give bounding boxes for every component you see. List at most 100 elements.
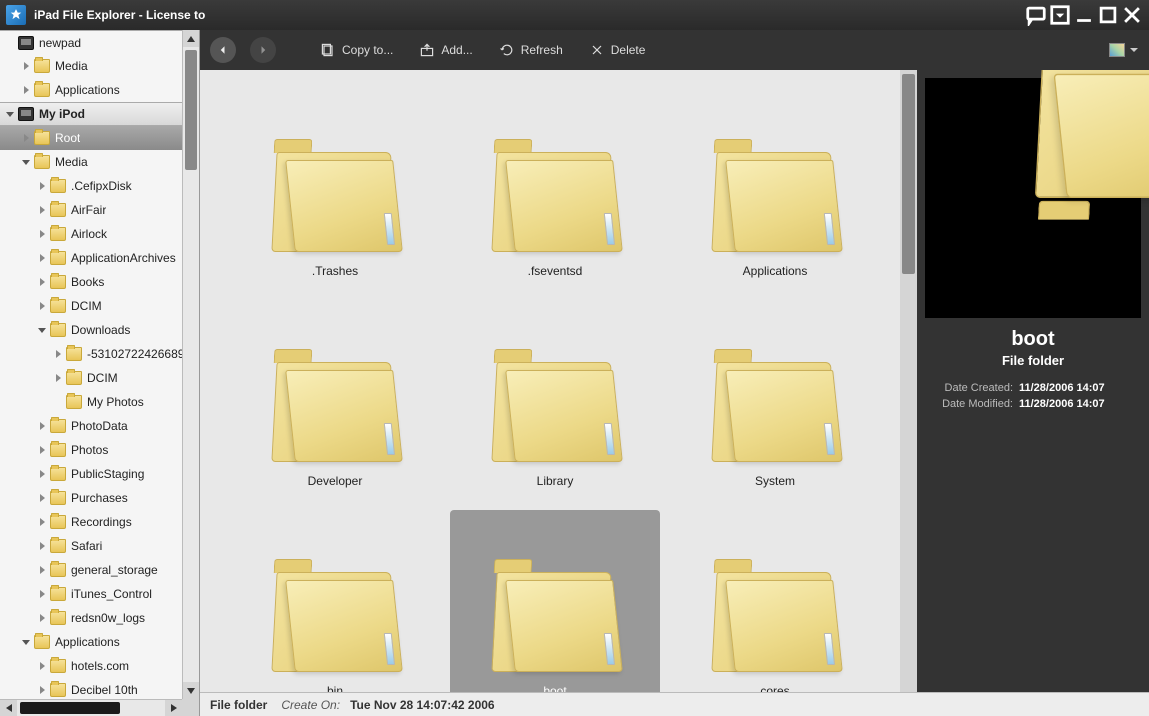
scroll-left-button[interactable] [0,700,17,716]
disclosure-right-icon[interactable] [20,132,32,144]
disclosure-right-icon[interactable] [36,300,48,312]
tree-item[interactable]: PhotoData [0,414,199,438]
scroll-thumb[interactable] [902,74,915,274]
maximize-button[interactable] [1097,6,1119,24]
disclosure-right-icon[interactable] [52,348,64,360]
tree-item[interactable]: Purchases [0,486,199,510]
tree-item[interactable]: general_storage [0,558,199,582]
disclosure-right-icon[interactable] [20,60,32,72]
tree-item[interactable]: Root [0,126,199,150]
dropdown-button[interactable] [1049,6,1071,24]
folder-item[interactable]: .Trashes [230,90,440,290]
tree-item[interactable]: PublicStaging [0,462,199,486]
tree-item[interactable]: hotels.com [0,654,199,678]
device-tree[interactable]: newpadMediaApplicationsMy iPodRootMedia.… [0,30,199,716]
tree-item-label: PhotoData [71,419,128,433]
tree-item[interactable]: newpad [0,30,199,54]
tree-item[interactable]: .CefipxDisk [0,174,199,198]
disclosure-none-icon[interactable] [52,396,64,408]
scroll-thumb[interactable] [185,50,197,170]
view-mode-toggle[interactable] [1109,43,1139,57]
tree-item[interactable]: My Photos [0,390,199,414]
disclosure-right-icon[interactable] [36,588,48,600]
sidebar-horizontal-scrollbar[interactable] [0,699,182,716]
scroll-down-button[interactable] [183,682,199,699]
tree-item[interactable]: Applications [0,78,199,102]
disclosure-right-icon[interactable] [36,516,48,528]
grid-vertical-scrollbar[interactable] [900,70,917,692]
folder-name: bin [327,684,343,692]
scroll-thumb[interactable] [20,702,120,714]
tree-item-label: Safari [71,539,102,553]
disclosure-right-icon[interactable] [36,492,48,504]
folder-grid-area[interactable]: .Trashes.fseventsdApplications Developer L… [200,70,917,692]
status-created-value: Tue Nov 28 14:07:42 2006 [350,698,495,712]
disclosure-right-icon[interactable] [36,228,48,240]
tree-item[interactable]: My iPod [0,102,199,126]
disclosure-right-icon[interactable] [36,684,48,696]
nav-back-button[interactable] [210,37,236,63]
thumbnail-view-icon [1109,43,1125,57]
disclosure-right-icon[interactable] [36,660,48,672]
delete-button[interactable]: Delete [583,38,652,62]
nav-forward-button[interactable] [250,37,276,63]
tree-item[interactable]: DCIM [0,366,199,390]
feedback-button[interactable] [1025,6,1047,24]
disclosure-right-icon[interactable] [36,540,48,552]
folder-item[interactable]: .fseventsd [450,90,660,290]
disclosure-right-icon[interactable] [52,372,64,384]
folder-item[interactable]: System [670,300,880,500]
disclosure-down-icon[interactable] [4,108,16,120]
delete-label: Delete [611,43,646,57]
tree-item[interactable]: redsn0w_logs [0,606,199,630]
folder-name: Developer [308,474,363,488]
scroll-right-button[interactable] [165,700,182,716]
folder-item[interactable]: bin [230,510,440,692]
minimize-button[interactable] [1073,6,1095,24]
tree-item[interactable]: DCIM [0,294,199,318]
tree-item[interactable]: Airlock [0,222,199,246]
disclosure-right-icon[interactable] [36,180,48,192]
tree-item[interactable]: Downloads [0,318,199,342]
scroll-up-button[interactable] [183,30,199,47]
folder-icon [710,557,840,672]
disclosure-right-icon[interactable] [36,444,48,456]
tree-item[interactable]: Media [0,150,199,174]
disclosure-right-icon[interactable] [36,612,48,624]
disclosure-right-icon[interactable] [36,468,48,480]
tree-item[interactable]: iTunes_Control [0,582,199,606]
folder-item[interactable]: cores [670,510,880,692]
tree-item[interactable]: Media [0,54,199,78]
close-button[interactable] [1121,6,1143,24]
refresh-button[interactable]: Refresh [493,38,569,62]
copy-to-button[interactable]: Copy to... [314,38,399,62]
tree-item[interactable]: Safari [0,534,199,558]
tree-item[interactable]: Photos [0,438,199,462]
folder-item[interactable]: Library [450,300,660,500]
tree-item[interactable]: ApplicationArchives [0,246,199,270]
disclosure-none-icon[interactable] [4,37,16,49]
disclosure-right-icon[interactable] [20,84,32,96]
tree-item[interactable]: -5310272242668939 [0,342,199,366]
tree-item[interactable]: Recordings [0,510,199,534]
disclosure-right-icon[interactable] [36,204,48,216]
folder-item[interactable]: Developer [230,300,440,500]
folder-item[interactable]: Applications [670,90,880,290]
device-icon [18,107,34,121]
disclosure-down-icon[interactable] [20,156,32,168]
add-button[interactable]: Add... [413,38,478,62]
disclosure-right-icon[interactable] [36,276,48,288]
disclosure-right-icon[interactable] [36,420,48,432]
folder-item[interactable]: boot [450,510,660,692]
tree-item[interactable]: AirFair [0,198,199,222]
disclosure-down-icon[interactable] [20,636,32,648]
folder-icon [50,515,66,529]
disclosure-down-icon[interactable] [36,324,48,336]
tree-item[interactable]: Applications [0,630,199,654]
folder-icon [270,557,400,672]
tree-item-label: .CefipxDisk [71,179,132,193]
disclosure-right-icon[interactable] [36,252,48,264]
disclosure-right-icon[interactable] [36,564,48,576]
tree-item[interactable]: Books [0,270,199,294]
sidebar-vertical-scrollbar[interactable] [182,30,199,699]
